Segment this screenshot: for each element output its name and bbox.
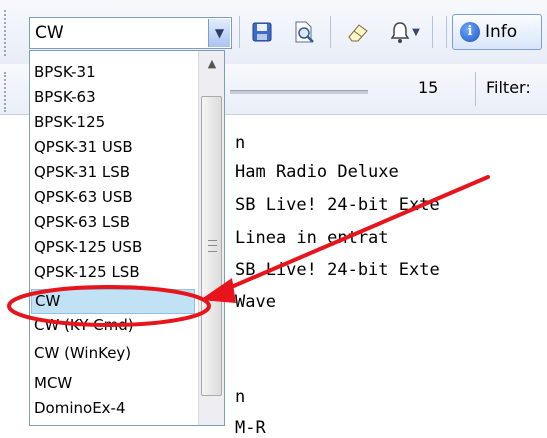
level-slider[interactable] bbox=[230, 90, 368, 94]
combobox-dropdown-button[interactable]: ▼ bbox=[208, 19, 230, 47]
info-icon: i bbox=[460, 22, 480, 42]
list-item[interactable]: BPSK-63 bbox=[34, 85, 200, 110]
list-item[interactable]: CW (KY Cmd) bbox=[34, 313, 200, 338]
info-button-label: Info bbox=[485, 22, 518, 42]
scrollbar-thumb[interactable] bbox=[201, 96, 222, 396]
list-item[interactable]: QPSK-63 LSB bbox=[34, 210, 200, 235]
eraser-button[interactable] bbox=[344, 18, 372, 46]
toolbar-separator bbox=[432, 16, 433, 48]
console-line: M-R bbox=[235, 418, 266, 438]
list-item[interactable]: D bbox=[34, 421, 200, 425]
console-line: Ham Radio Deluxe bbox=[235, 162, 399, 182]
scroll-up-button[interactable]: ▲ bbox=[201, 53, 223, 75]
toolbar-separator bbox=[239, 16, 240, 48]
chevron-up-icon: ▲ bbox=[207, 57, 217, 70]
chevron-down-icon: ▼ bbox=[214, 26, 225, 40]
list-item-selected[interactable]: CW bbox=[31, 289, 195, 314]
list-item[interactable]: DominoEx-4 bbox=[34, 396, 200, 421]
print-preview-icon bbox=[295, 21, 314, 43]
list-item[interactable]: MCW bbox=[34, 371, 200, 396]
filter-label: Filter: bbox=[486, 78, 531, 97]
list-item[interactable]: QPSK-31 LSB bbox=[34, 160, 200, 185]
toolbar-grip[interactable] bbox=[4, 10, 14, 56]
alarm-dropdown-button[interactable]: ▼ bbox=[408, 18, 424, 46]
save-icon bbox=[252, 22, 272, 42]
toolbar-separator bbox=[330, 16, 331, 48]
mode-dropdown-list[interactable]: BPSK-31 BPSK-63 BPSK-125 QPSK-31 USB QPS… bbox=[29, 50, 225, 426]
list-item[interactable]: QPSK-63 USB bbox=[34, 185, 200, 210]
console-line: SB Live! 24-bit Exte bbox=[235, 195, 440, 215]
list-item[interactable]: QPSK-31 USB bbox=[34, 135, 200, 160]
mode-combobox[interactable]: CW ▼ bbox=[29, 17, 232, 49]
list-item[interactable]: BPSK-31 bbox=[34, 60, 200, 85]
list-item[interactable]: QPSK-125 LSB bbox=[34, 260, 200, 285]
list-item[interactable]: BPSK-125 bbox=[34, 110, 200, 135]
print-preview-button[interactable] bbox=[290, 18, 318, 46]
toolbar-separator bbox=[475, 72, 476, 106]
level-value: 15 bbox=[418, 78, 439, 97]
toolbar-grip[interactable] bbox=[4, 72, 14, 112]
eraser-icon bbox=[348, 24, 368, 42]
list-item[interactable]: CW (WinKey) bbox=[34, 341, 200, 366]
console-line: Wave bbox=[235, 292, 276, 312]
grip-icon bbox=[208, 240, 217, 252]
console-line: SB Live! 24-bit Exte bbox=[235, 260, 440, 280]
dropdown-arrow-icon: ▼ bbox=[412, 26, 420, 38]
info-button[interactable]: i Info bbox=[452, 14, 542, 50]
console-line: n bbox=[235, 387, 246, 407]
console-line: Linea in entrat bbox=[235, 228, 389, 248]
toolbar-separator bbox=[446, 16, 447, 48]
info-text-panel: n Ham Radio Deluxe SB Live! 24-bit Exte … bbox=[213, 115, 547, 438]
console-line: n bbox=[235, 133, 246, 153]
save-button[interactable] bbox=[248, 18, 276, 46]
list-scrollbar[interactable]: ▲ bbox=[198, 51, 224, 425]
mode-combobox-value: CW bbox=[35, 23, 64, 43]
list-item[interactable]: QPSK-125 USB bbox=[34, 235, 200, 260]
